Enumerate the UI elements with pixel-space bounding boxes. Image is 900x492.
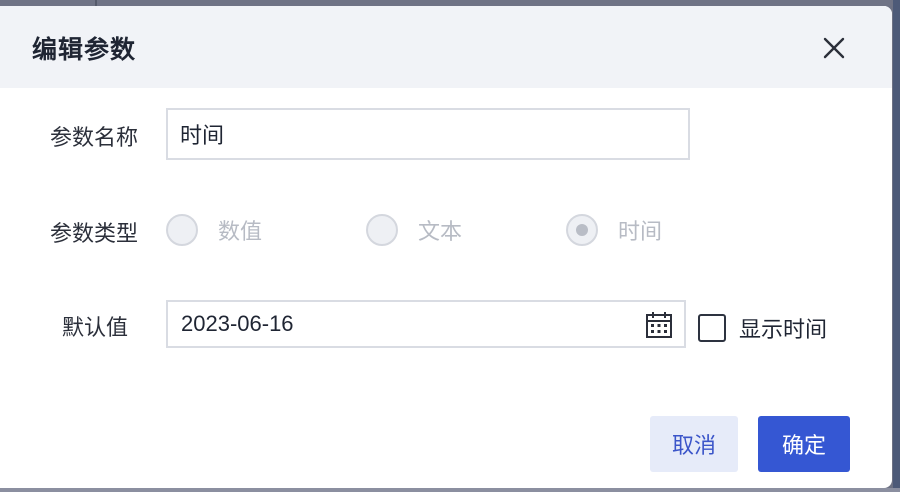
radio-circle[interactable] [166,214,198,246]
backdrop-bottom-edge [0,488,900,492]
show-time-checkbox[interactable]: 显示时间 [698,312,827,344]
radio-label: 文本 [418,220,463,245]
dialog-title: 编辑参数 [32,35,137,64]
dialog-header: 编辑参数 [0,6,892,88]
radio-circle[interactable] [366,214,398,246]
date-picker-input[interactable]: 2023-06-16 [166,300,686,348]
confirm-button[interactable]: 确定 [758,416,850,472]
calendar-icon[interactable] [644,310,674,340]
radio-circle-selected[interactable] [566,214,598,246]
radio-option-number[interactable]: 数值 [166,212,262,248]
close-icon[interactable] [820,34,848,62]
checkbox-box[interactable] [698,314,726,342]
radio-option-text[interactable]: 文本 [366,212,462,248]
param-name-input[interactable] [166,108,690,160]
param-type-label: 参数类型 [50,222,139,247]
backdrop-side-panel [893,0,900,492]
edit-parameter-dialog: 编辑参数 参数名称 参数类型 数值 文本 时间 默认值 2023-06-16 [0,6,892,488]
show-time-label: 显示时间 [739,318,828,343]
radio-label: 数值 [218,220,263,245]
radio-label: 时间 [618,220,663,245]
date-value: 2023-06-16 [181,311,294,336]
param-name-label: 参数名称 [50,126,139,151]
radio-option-time[interactable]: 时间 [566,212,662,248]
cancel-button[interactable]: 取消 [650,416,738,472]
default-value-label: 默认值 [62,316,129,341]
